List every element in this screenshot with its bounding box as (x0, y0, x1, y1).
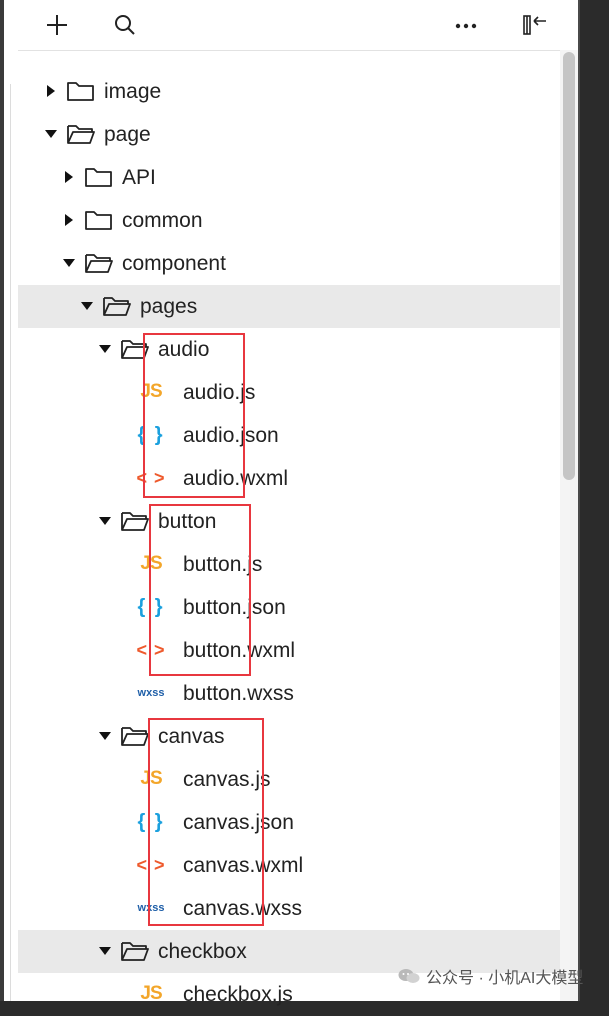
more-icon (455, 23, 477, 29)
folder-row-common[interactable]: common (18, 199, 563, 242)
folder-open-icon (84, 251, 114, 275)
json-file-icon: { } (137, 810, 165, 833)
file-label: button.json (183, 596, 286, 619)
folder-open-icon (66, 122, 96, 146)
search-icon (115, 15, 135, 35)
chevron-right-icon[interactable] (60, 156, 76, 199)
folder-label: checkbox (158, 940, 247, 963)
chevron-right-icon[interactable] (60, 199, 76, 242)
chevron-down-icon[interactable] (96, 500, 112, 543)
folder-open-icon (120, 509, 150, 533)
folder-label: component (122, 252, 226, 275)
wechat-logo-icon (398, 969, 420, 983)
file-row-button-json[interactable]: { } button.json (18, 586, 563, 629)
folder-label: page (104, 123, 151, 146)
window-right-background (578, 0, 609, 1001)
folder-label: API (122, 166, 156, 189)
chevron-down-icon[interactable] (96, 930, 112, 973)
file-row-audio-json[interactable]: { } audio.json (18, 414, 563, 457)
scrollbar-thumb[interactable] (563, 52, 575, 480)
chevron-down-icon[interactable] (96, 328, 112, 371)
chevron-down-icon[interactable] (42, 113, 58, 156)
file-label: button.wxml (183, 639, 296, 662)
folder-row-image[interactable]: image (18, 70, 563, 113)
file-label: button.wxss (183, 682, 294, 705)
chevron-down-icon[interactable] (78, 285, 94, 328)
new-file-button[interactable] (42, 10, 72, 40)
folder-row-API[interactable]: API (18, 156, 563, 199)
wxss-file-icon: wxss (137, 687, 165, 699)
file-row-button-wxml[interactable]: < > button.wxml (18, 629, 563, 672)
folder-row-pages[interactable]: pages (18, 285, 563, 328)
file-row-audio-wxml[interactable]: < > audio.wxml (18, 457, 563, 500)
wxss-file-icon: wxss (137, 902, 165, 914)
folder-row-canvas[interactable]: canvas (18, 715, 563, 758)
file-label: canvas.js (183, 768, 271, 791)
js-file-icon: JS (140, 553, 162, 574)
folder-row-component[interactable]: component (18, 242, 563, 285)
search-button[interactable] (110, 10, 140, 40)
chevron-down-icon[interactable] (60, 242, 76, 285)
file-label: checkbox.js (183, 983, 293, 1006)
tree-guide-strip (4, 0, 18, 1001)
file-label: audio.json (183, 424, 279, 447)
folder-label: button (158, 510, 217, 533)
collapse-panel-button[interactable] (520, 10, 550, 40)
watermark-text: 公众号 · 小机AI大模型 (426, 970, 584, 987)
file-label: audio.js (183, 381, 256, 404)
folder-label: common (122, 209, 203, 232)
file-row-canvas-wxss[interactable]: wxss canvas.wxss (18, 887, 563, 930)
js-file-icon: JS (140, 983, 162, 1004)
file-label: canvas.wxml (183, 854, 304, 877)
folder-row-audio[interactable]: audio (18, 328, 563, 371)
folder-label: pages (140, 295, 198, 318)
wxml-file-icon: < > (136, 467, 166, 488)
folder-label: canvas (158, 725, 225, 748)
file-row-audio-js[interactable]: JS audio.js (18, 371, 563, 414)
folder-open-icon (120, 939, 150, 963)
folder-open-icon (102, 294, 132, 318)
file-row-canvas-wxml[interactable]: < > canvas.wxml (18, 844, 563, 887)
js-file-icon: JS (140, 768, 162, 789)
plus-icon (47, 15, 67, 35)
watermark: 公众号 · 小机AI大模型 (398, 963, 583, 989)
file-label: canvas.wxss (183, 897, 303, 920)
collapse-panel-icon (523, 15, 546, 35)
folder-label: image (104, 80, 162, 103)
folder-row-page[interactable]: page (18, 113, 563, 156)
file-row-canvas-js[interactable]: JS canvas.js (18, 758, 563, 801)
file-row-button-wxss[interactable]: wxss button.wxss (18, 672, 563, 715)
wxml-file-icon: < > (136, 854, 166, 875)
more-button[interactable] (452, 10, 482, 40)
folder-open-icon (120, 337, 150, 361)
folder-open-icon (120, 724, 150, 748)
file-row-button-js[interactable]: JS button.js (18, 543, 563, 586)
folder-icon (66, 79, 96, 103)
folder-icon (84, 208, 114, 232)
explorer-toolbar (18, 0, 578, 51)
folder-row-button[interactable]: button (18, 500, 563, 543)
json-file-icon: { } (137, 595, 165, 618)
file-label: button.js (183, 553, 263, 576)
js-file-icon: JS (140, 381, 162, 402)
folder-label: audio (158, 338, 210, 361)
wxml-file-icon: < > (136, 639, 166, 660)
json-file-icon: { } (137, 423, 165, 446)
file-row-canvas-json[interactable]: { } canvas.json (18, 801, 563, 844)
file-label: audio.wxml (183, 467, 289, 490)
chevron-right-icon[interactable] (42, 70, 58, 113)
file-label: canvas.json (183, 811, 294, 834)
folder-icon (84, 165, 114, 189)
chevron-down-icon[interactable] (96, 715, 112, 758)
